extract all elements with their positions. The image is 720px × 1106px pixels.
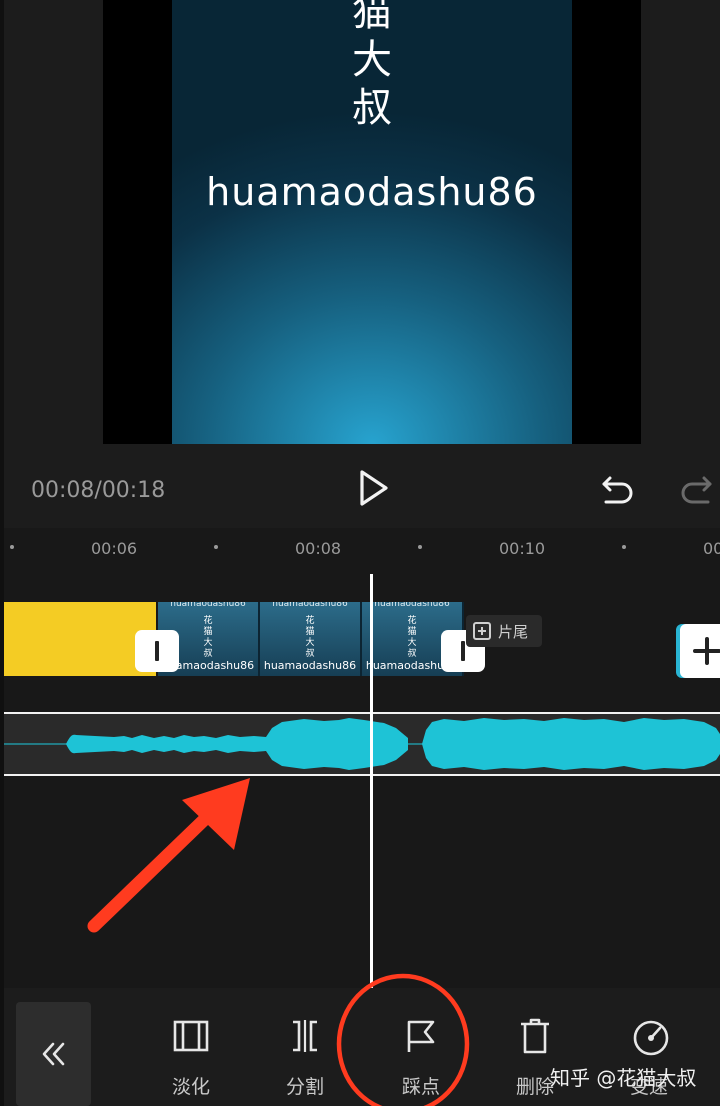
play-icon bbox=[360, 470, 388, 506]
thumbnail-top-text: huamaodashu86 bbox=[272, 602, 348, 609]
redo-icon bbox=[681, 476, 712, 504]
thumbnail-top-text: huamaodashu86 bbox=[374, 602, 450, 609]
video-clip-thumbnail[interactable]: huamaodashu86 花 猫 大 叔 huamaodashu86 bbox=[260, 602, 362, 676]
thumbnail-bottom-text: huamaodashu86 bbox=[263, 659, 357, 672]
title-char: 大 bbox=[352, 37, 392, 83]
fade-icon bbox=[173, 1020, 209, 1052]
toolbar-item-fade[interactable]: 淡化 bbox=[151, 1018, 231, 1098]
redo-button[interactable] bbox=[676, 470, 716, 506]
annotation-arrow-icon bbox=[87, 778, 250, 933]
undo-button[interactable] bbox=[598, 470, 638, 506]
thumbnail-char: 花 bbox=[203, 616, 213, 626]
add-clip-button[interactable] bbox=[680, 624, 720, 678]
collapse-toolbar-button[interactable] bbox=[16, 1002, 91, 1106]
split-icon bbox=[293, 1020, 317, 1052]
ruler-dot bbox=[214, 545, 218, 549]
ruler-label: 00:06 bbox=[91, 539, 138, 558]
undo-icon bbox=[602, 476, 633, 504]
video-vertical-title: 猫 大 叔 bbox=[172, 0, 572, 132]
audio-track[interactable] bbox=[4, 712, 720, 776]
ending-label: 片尾 bbox=[498, 622, 529, 641]
thumbnail-vertical-text: 花 猫 大 叔 bbox=[260, 616, 360, 660]
ruler-label: 00:08 bbox=[295, 539, 342, 558]
ending-clip-button[interactable]: 片尾 bbox=[466, 615, 542, 647]
title-char: 猫 bbox=[352, 0, 392, 35]
yellow-clip[interactable] bbox=[4, 602, 156, 676]
thumbnail-char: 大 bbox=[305, 638, 315, 648]
ending-icon bbox=[473, 622, 491, 640]
delete-icon bbox=[521, 1018, 549, 1054]
annotation-circle-icon bbox=[336, 973, 470, 1106]
time-display: 00:08/00:18 bbox=[31, 478, 166, 503]
ruler-dot bbox=[418, 545, 422, 549]
ruler-label: 00:10 bbox=[499, 539, 546, 558]
video-watermark-text: huamaodashu86 bbox=[206, 170, 538, 214]
site-watermark: 知乎 @花猫大叔 bbox=[550, 1066, 697, 1090]
ruler-dot bbox=[622, 545, 626, 549]
plus-icon bbox=[693, 637, 720, 665]
ruler-dot bbox=[10, 545, 14, 549]
clip-trim-handle-left[interactable] bbox=[135, 630, 179, 672]
double-chevron-left-icon bbox=[42, 1042, 64, 1066]
speed-icon bbox=[633, 1020, 669, 1056]
play-button[interactable] bbox=[352, 466, 396, 510]
audio-waveform bbox=[4, 718, 720, 770]
toolbar-item-label: 淡化 bbox=[171, 1076, 210, 1098]
thumbnail-char: 花 bbox=[305, 616, 315, 626]
thumbnail-char: 猫 bbox=[305, 627, 315, 637]
thumbnail-char: 花 bbox=[407, 616, 417, 626]
title-char: 叔 bbox=[352, 85, 392, 131]
ruler-label: 00 bbox=[703, 539, 720, 558]
timeline-playhead[interactable] bbox=[370, 574, 373, 988]
video-canvas[interactable]: 猫 大 叔 huamaodashu86 bbox=[172, 0, 572, 444]
thumbnail-top-text: huamaodashu86 bbox=[170, 602, 246, 609]
